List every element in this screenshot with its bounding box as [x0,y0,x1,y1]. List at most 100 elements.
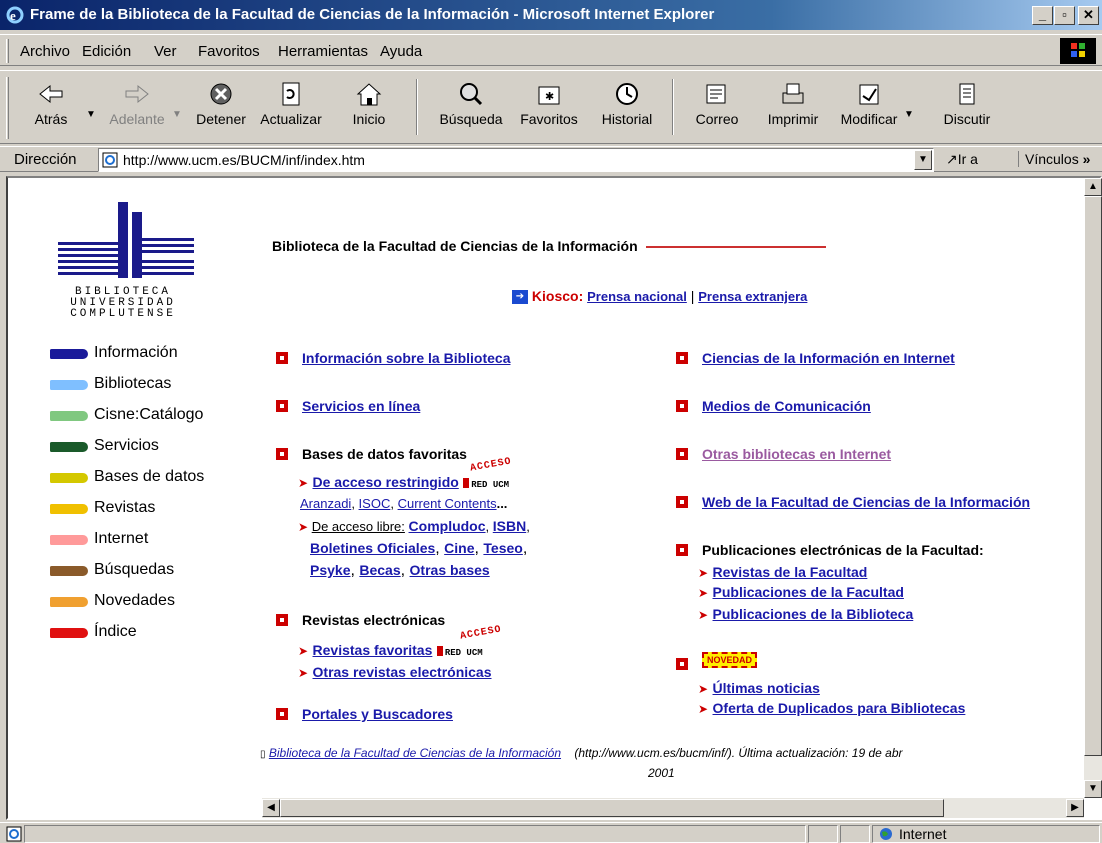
kiosco-arrow-icon: ➔ [512,290,528,305]
menu-ayuda[interactable]: Ayuda [380,43,422,60]
links-button[interactable]: Vínculos » [1018,151,1090,167]
print-button[interactable]: Imprimir [756,77,830,139]
refresh-label: Actualizar [260,111,322,127]
nav-item-3[interactable]: Cisne:Catálogo [48,406,238,428]
prensa-extranjera-link[interactable]: Prensa extranjera [698,289,807,304]
nav-item-5[interactable]: Bases de datos [48,468,238,490]
vertical-scroll-thumb[interactable] [1084,196,1102,756]
status-cell [840,825,870,843]
page-content: BIBLIOTECA UNIVERSIDAD COMPLUTENSE Infor… [6,176,1102,820]
address-input[interactable]: http://www.ucm.es/BUCM/inf/index.htm ▼ [98,148,934,172]
nav-item-9[interactable]: Novedades [48,592,238,614]
psyke-link[interactable]: Psyke [310,562,350,578]
nav-bar-icon [50,504,88,514]
portales-link[interactable]: Portales y Buscadores [302,706,453,722]
isoc-link[interactable]: ISOC [359,496,391,511]
red-ucm-label: RED UCM [471,480,510,490]
ultimas-noticias-link[interactable]: Últimas noticias [713,680,820,696]
vertical-scrollbar[interactable]: ▲ ▼ [1084,178,1102,798]
address-dropdown-icon[interactable]: ▼ [914,150,932,170]
toolbar-separator [416,79,418,135]
libre-row: ➤ De acceso libre: Compludoc, ISBN, [298,518,530,534]
nav-item-10[interactable]: Índice [48,623,238,645]
history-button[interactable]: Historial [590,77,664,139]
menu-edicion[interactable]: Edición [82,43,131,60]
prensa-nacional-link[interactable]: Prensa nacional [587,289,687,304]
arrow-bullet-icon: ➤ [298,666,309,680]
nav-item-6[interactable]: Revistas [48,499,238,521]
mail-label: Correo [695,111,739,127]
mail-button[interactable]: Correo [680,77,754,139]
otras-revistas-link[interactable]: Otras revistas electrónicas [313,664,492,680]
becas-link[interactable]: Becas [359,562,400,578]
aranzadi-link[interactable]: Aranzadi [300,496,351,511]
revistas-favoritas-link[interactable]: Revistas favoritas [313,642,433,658]
stop-button[interactable]: Detener [184,77,258,139]
footer-year: 2001 [648,766,675,780]
back-button[interactable]: Atrás [14,77,88,139]
search-icon [460,83,483,106]
favorites-button[interactable]: ✱ Favoritos [512,77,586,139]
close-button[interactable]: ✕ [1078,6,1099,25]
rev-fav-row: ➤ Revistas favoritas RED UCM [298,642,483,660]
menu-archivo[interactable]: Archivo [20,43,70,60]
menu-favoritos[interactable]: Favoritos [198,43,260,60]
forward-dropdown-icon[interactable]: ▼ [172,109,182,120]
scroll-right-icon[interactable]: ▶ [1066,799,1084,817]
scroll-down-icon[interactable]: ▼ [1084,780,1102,798]
nav-item-7[interactable]: Internet [48,530,238,552]
publicaciones-facultad-link[interactable]: Publicaciones de la Facultad [713,584,904,600]
cine-link[interactable]: Cine [444,540,474,556]
info-biblioteca-link[interactable]: Información sobre la Biblioteca [302,350,511,366]
go-button[interactable]: ↗Ir a [946,151,978,168]
scroll-up-icon[interactable]: ▲ [1084,178,1102,196]
horizontal-scroll-thumb[interactable] [280,799,944,817]
teseo-link[interactable]: Teseo [483,540,522,556]
edit-dropdown-icon[interactable]: ▼ [904,109,914,120]
acceso-restringido-link[interactable]: De acceso restringido [313,474,459,490]
medios-link[interactable]: Medios de Comunicación [702,398,871,414]
ciencias-internet-link[interactable]: Ciencias de la Información en Internet [702,350,955,366]
forward-button[interactable]: Adelante [100,77,174,139]
edit-button[interactable]: Modificar [832,77,906,139]
boletines-link[interactable]: Boletines Oficiales [310,540,435,556]
minimize-button[interactable]: _ [1032,6,1053,25]
nav-item-8[interactable]: Búsquedas [48,561,238,583]
title-bar: e Frame de la Biblioteca de la Facultad … [0,0,1102,30]
bullet-icon [676,400,688,412]
status-bar: Internet [0,822,1102,843]
compludoc-link[interactable]: Compludoc [409,518,486,534]
bullet-icon [676,352,688,364]
duplicados-link[interactable]: Oferta de Duplicados para Bibliotecas [713,700,966,716]
menu-ver[interactable]: Ver [154,43,177,60]
home-button[interactable]: Inicio [332,77,406,139]
bullet-icon [676,658,688,670]
menu-herramientas[interactable]: Herramientas [278,43,368,60]
nav-item-1[interactable]: Información [48,344,238,366]
toolbar-grip[interactable] [6,77,9,139]
isbn-link[interactable]: ISBN [493,518,526,534]
favorites-label: Favoritos [520,111,578,127]
scroll-left-icon[interactable]: ◀ [262,799,280,817]
refresh-button[interactable]: Actualizar [254,77,328,139]
edit-page-icon [859,84,879,105]
revistas-facultad-link[interactable]: Revistas de la Facultad [713,564,868,580]
footer-link[interactable]: Biblioteca de la Facultad de Ciencias de… [269,746,561,760]
discuss-button[interactable]: Discutir [930,77,1004,139]
search-button[interactable]: Búsqueda [434,77,508,139]
back-dropdown-icon[interactable]: ▼ [86,109,96,120]
web-facultad-link[interactable]: Web de la Facultad de Ciencias de la Inf… [702,494,1030,510]
maximize-button[interactable]: ▫ [1054,6,1075,25]
page-title: Biblioteca de la Facultad de Ciencias de… [272,238,826,254]
publicaciones-biblioteca-link[interactable]: Publicaciones de la Biblioteca [713,606,914,622]
horizontal-scrollbar[interactable]: ◀ ▶ [262,798,1084,818]
otras-bibliotecas-link[interactable]: Otras bibliotecas en Internet [702,446,891,462]
nav-item-2[interactable]: Bibliotecas [48,375,238,397]
servicios-linea-link[interactable]: Servicios en línea [302,398,420,414]
otras-bases-link[interactable]: Otras bases [410,562,490,578]
duplicados-row: ➤ Oferta de Duplicados para Bibliotecas [698,700,965,718]
current-contents-link[interactable]: Current Contents [398,496,497,511]
nav-item-4[interactable]: Servicios [48,437,238,459]
menubar-grip[interactable] [6,39,9,63]
nav-item-label: Revistas [94,499,156,516]
